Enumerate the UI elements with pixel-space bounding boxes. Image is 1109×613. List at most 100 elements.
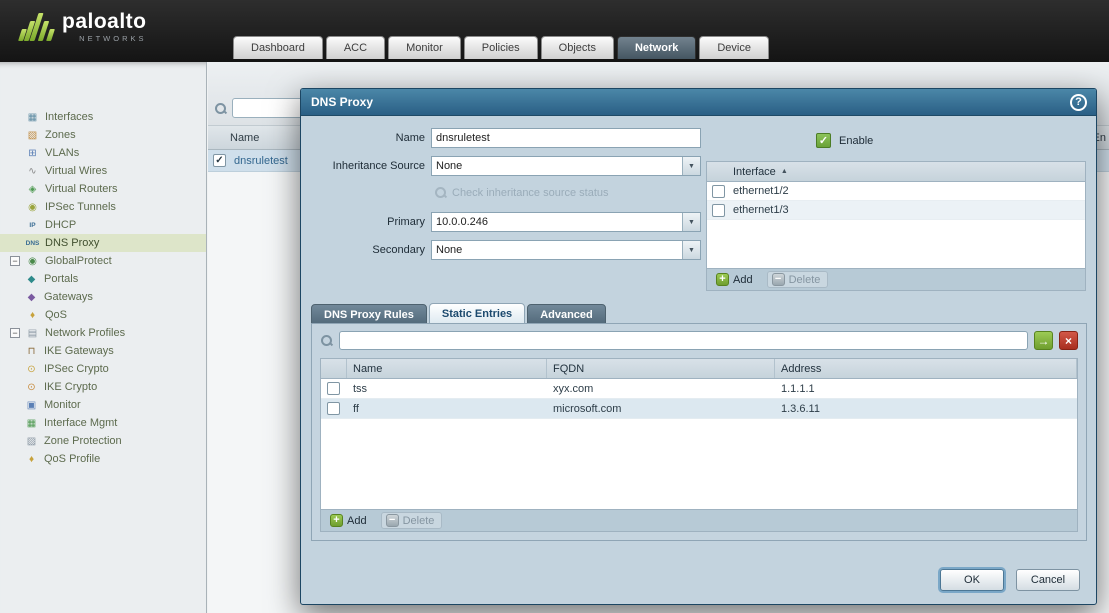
sidebar-item-dns-proxy[interactable]: DNSDNS Proxy (0, 234, 206, 252)
interface-toolbar: + Add − Delete (707, 268, 1085, 290)
interface-add-button[interactable]: + Add (711, 271, 761, 288)
interface-row[interactable]: ethernet1/3 (707, 201, 1085, 220)
sidebar-item-label: QoS Profile (44, 453, 100, 465)
tab-acc[interactable]: ACC (326, 36, 385, 59)
sidebar-item-dhcp[interactable]: IPDHCP (0, 216, 206, 234)
cell-checkbox (321, 399, 347, 418)
tab-objects[interactable]: Objects (541, 36, 614, 59)
sidebar-item-label: Zone Protection (44, 435, 122, 447)
tab-network[interactable]: Network (617, 36, 696, 59)
secondary-label: Secondary (305, 240, 425, 260)
entry-row[interactable]: tssxyx.com1.1.1.1 (321, 379, 1077, 399)
interface-delete-button[interactable]: − Delete (767, 271, 829, 288)
sidebar-item-label: DHCP (45, 219, 76, 231)
sidebar-item-portals[interactable]: ◆Portals (0, 270, 206, 288)
inheritance-source-select[interactable]: None ▼ (431, 156, 701, 176)
column-header-name[interactable]: Name (347, 359, 547, 378)
dialog-tab-advanced[interactable]: Advanced (527, 304, 606, 324)
sidebar-item-monitor[interactable]: ▣Monitor (0, 396, 206, 414)
select-all-column[interactable] (321, 359, 347, 378)
tab-policies[interactable]: Policies (464, 36, 538, 59)
interface-column-header[interactable]: Interface ▲ (707, 162, 1085, 182)
row-checkbox[interactable] (213, 154, 226, 167)
primary-label: Primary (305, 212, 425, 232)
sidebar-item-label: IKE Crypto (44, 381, 97, 393)
check-inheritance-link[interactable]: Check inheritance source status (434, 186, 609, 199)
dialog-tab-static-entries[interactable]: Static Entries (429, 303, 525, 324)
sidebar-item-qos-profile[interactable]: ♦QoS Profile (0, 450, 206, 468)
paloalto-logo-icon (20, 11, 53, 41)
chevron-down-icon[interactable]: ▼ (682, 157, 700, 175)
qos-icon: ♦ (25, 310, 40, 321)
enable-checkbox[interactable] (816, 133, 831, 148)
sidebar-item-ipsec-tunnels[interactable]: ◉IPSec Tunnels (0, 198, 206, 216)
secondary-select[interactable]: None ▼ (431, 240, 701, 260)
ipsec-tunnels-icon: ◉ (25, 202, 40, 213)
row-checkbox[interactable] (327, 382, 340, 395)
column-header-fqdn[interactable]: FQDN (547, 359, 775, 378)
dialog-tab-dns-proxy-rules[interactable]: DNS Proxy Rules (311, 304, 427, 324)
collapse-toggle-icon[interactable]: − (10, 256, 20, 266)
sidebar-item-label: DNS Proxy (45, 237, 99, 249)
row-name[interactable]: dnsruletest (234, 155, 288, 167)
sidebar-item-qos[interactable]: ♦QoS (0, 306, 206, 324)
help-icon[interactable]: ? (1070, 94, 1087, 111)
entries-delete-button[interactable]: − Delete (381, 512, 443, 529)
collapse-toggle-icon[interactable]: − (10, 328, 20, 338)
sidebar-item-label: Virtual Wires (45, 165, 107, 177)
primary-value: 10.0.0.246 (432, 213, 682, 231)
search-icon (214, 102, 227, 115)
row-checkbox[interactable] (327, 402, 340, 415)
name-input[interactable] (431, 128, 701, 148)
virtual-routers-icon: ◈ (25, 184, 40, 195)
sidebar-item-ike-crypto[interactable]: ⊙IKE Crypto (0, 378, 206, 396)
entries-search-input[interactable] (339, 331, 1028, 350)
sidebar-item-interfaces[interactable]: ▦Interfaces (0, 108, 206, 126)
apply-filter-button[interactable]: → (1034, 331, 1053, 350)
interface-row[interactable]: ethernet1/2 (707, 182, 1085, 201)
sidebar-item-network-profiles[interactable]: −▤Network Profiles (0, 324, 206, 342)
sidebar-item-label: Network Profiles (45, 327, 125, 339)
portals-icon: ◆ (24, 274, 39, 285)
row-checkbox[interactable] (712, 185, 725, 198)
tab-device[interactable]: Device (699, 36, 769, 59)
sidebar-item-zones[interactable]: ▧Zones (0, 126, 206, 144)
cell-address: 1.1.1.1 (775, 379, 1077, 398)
ok-button[interactable]: OK (940, 569, 1004, 591)
entry-row[interactable]: ffmicrosoft.com1.3.6.11 (321, 399, 1077, 419)
secondary-value: None (432, 241, 682, 259)
sidebar-item-gateways[interactable]: ◆Gateways (0, 288, 206, 306)
tab-monitor[interactable]: Monitor (388, 36, 461, 59)
minus-icon: − (386, 514, 399, 527)
sidebar-item-label: VLANs (45, 147, 79, 159)
tab-dashboard[interactable]: Dashboard (233, 36, 323, 59)
interface-table: Interface ▲ ethernet1/2 ethernet1/3 + Add… (706, 161, 1086, 291)
sidebar-item-vlans[interactable]: ⊞VLANs (0, 144, 206, 162)
entries-header-row: Name FQDN Address (321, 359, 1077, 379)
dialog-tab-strip: DNS Proxy RulesStatic EntriesAdvanced (311, 303, 606, 324)
column-header-name[interactable]: Name (230, 132, 259, 144)
sidebar-item-globalprotect[interactable]: −◉GlobalProtect (0, 252, 206, 270)
zones-icon: ▧ (25, 130, 40, 141)
cell-name: ff (347, 399, 547, 418)
sidebar-item-virtual-routers[interactable]: ◈ Virtual Routers (0, 180, 206, 198)
sidebar-item-ike-gateways[interactable]: ⊓IKE Gateways (0, 342, 206, 360)
sidebar-item-zone-protection[interactable]: ▨Zone Protection (0, 432, 206, 450)
app-header: paloalto NETWORKS DashboardACCMonitorPol… (0, 0, 1109, 62)
sidebar-item-interface-mgmt[interactable]: ▦Interface Mgmt (0, 414, 206, 432)
sidebar-item-label: Virtual Routers (45, 183, 118, 195)
sidebar-item-ipsec-crypto[interactable]: ⊙IPSec Crypto (0, 360, 206, 378)
chevron-down-icon[interactable]: ▼ (682, 241, 700, 259)
row-checkbox[interactable] (712, 204, 725, 217)
cancel-button[interactable]: Cancel (1016, 569, 1080, 591)
interface-body: ethernet1/2 ethernet1/3 (707, 182, 1085, 268)
sidebar-item-label: Gateways (44, 291, 93, 303)
entries-add-button[interactable]: + Add (325, 512, 375, 529)
column-header-address[interactable]: Address (775, 359, 1077, 378)
interface-name: ethernet1/2 (733, 185, 789, 197)
entries-toolbar: + Add − Delete (321, 509, 1077, 531)
primary-select[interactable]: 10.0.0.246 ▼ (431, 212, 701, 232)
sidebar-item-virtual-wires[interactable]: ∿Virtual Wires (0, 162, 206, 180)
chevron-down-icon[interactable]: ▼ (682, 213, 700, 231)
clear-filter-button[interactable]: × (1059, 331, 1078, 350)
